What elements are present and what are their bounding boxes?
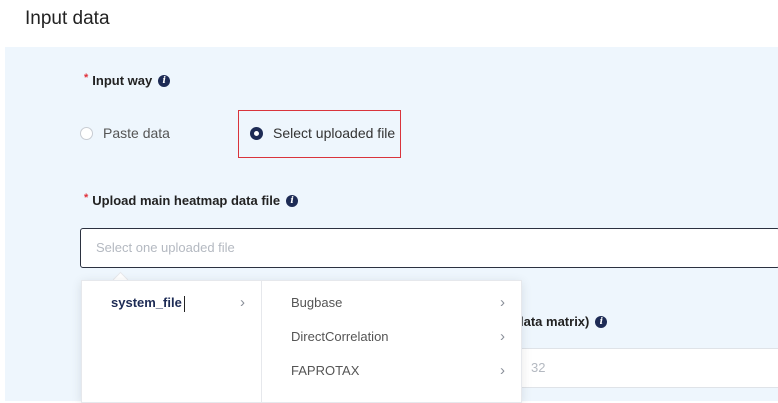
- cascader-item-label: system_file: [111, 295, 182, 310]
- cascader-item-bugbase[interactable]: Bugbase ›: [262, 286, 521, 320]
- input-way-label-text: Input way: [92, 73, 153, 88]
- matrix-field-label-text: lata matrix): [520, 314, 590, 329]
- chevron-right-icon: ›: [500, 362, 505, 379]
- file-select-input[interactable]: Select one uploaded file: [80, 228, 778, 268]
- cascader-item-faprotax[interactable]: FAPROTAX ›: [262, 354, 521, 388]
- radio-select-uploaded-file[interactable]: Select uploaded file: [250, 125, 395, 141]
- chevron-right-icon: ›: [500, 294, 505, 311]
- cascader-item-label: Bugbase: [291, 295, 343, 310]
- chevron-right-icon: ›: [500, 328, 505, 345]
- text-caret: [183, 295, 185, 312]
- cascader-dropdown: system_file › Bugbase › DirectCorrelatio…: [81, 280, 522, 403]
- info-icon[interactable]: i: [595, 315, 608, 328]
- cascader-item-system-file[interactable]: system_file ›: [82, 286, 261, 320]
- cascader-column-2: Bugbase › DirectCorrelation › FAPROTAX ›…: [262, 281, 521, 402]
- radio-select-uploaded-file-label[interactable]: Select uploaded file: [273, 125, 395, 141]
- matrix-field-label: lata matrix) i: [520, 314, 608, 329]
- upload-main-label-text: Upload main heatmap data file: [92, 193, 281, 208]
- cascader-item-directcorrelation[interactable]: DirectCorrelation ›: [262, 320, 521, 354]
- chevron-right-icon: ›: [240, 294, 245, 311]
- upload-main-label: * Upload main heatmap data file i: [84, 191, 299, 208]
- radio-checked-icon[interactable]: [250, 126, 263, 140]
- radio-unchecked-icon[interactable]: [80, 126, 93, 140]
- info-icon[interactable]: i: [286, 194, 299, 207]
- cascader-item-partial[interactable]: ›: [262, 388, 521, 402]
- required-asterisk: *: [84, 191, 89, 204]
- input-way-label: * Input way i: [84, 71, 171, 88]
- page-title: Input data: [25, 8, 110, 29]
- chevron-right-icon: ›: [500, 388, 505, 402]
- cascader-column-1: system_file ›: [82, 281, 262, 402]
- number-input[interactable]: 32: [519, 348, 778, 388]
- cascader-item-label: DirectCorrelation: [291, 329, 389, 344]
- radio-paste-data-label[interactable]: Paste data: [103, 125, 170, 141]
- radio-paste-data[interactable]: Paste data: [80, 125, 170, 141]
- info-icon[interactable]: i: [158, 74, 171, 87]
- required-asterisk: *: [84, 71, 89, 84]
- cascader-item-label: FAPROTAX: [291, 363, 360, 378]
